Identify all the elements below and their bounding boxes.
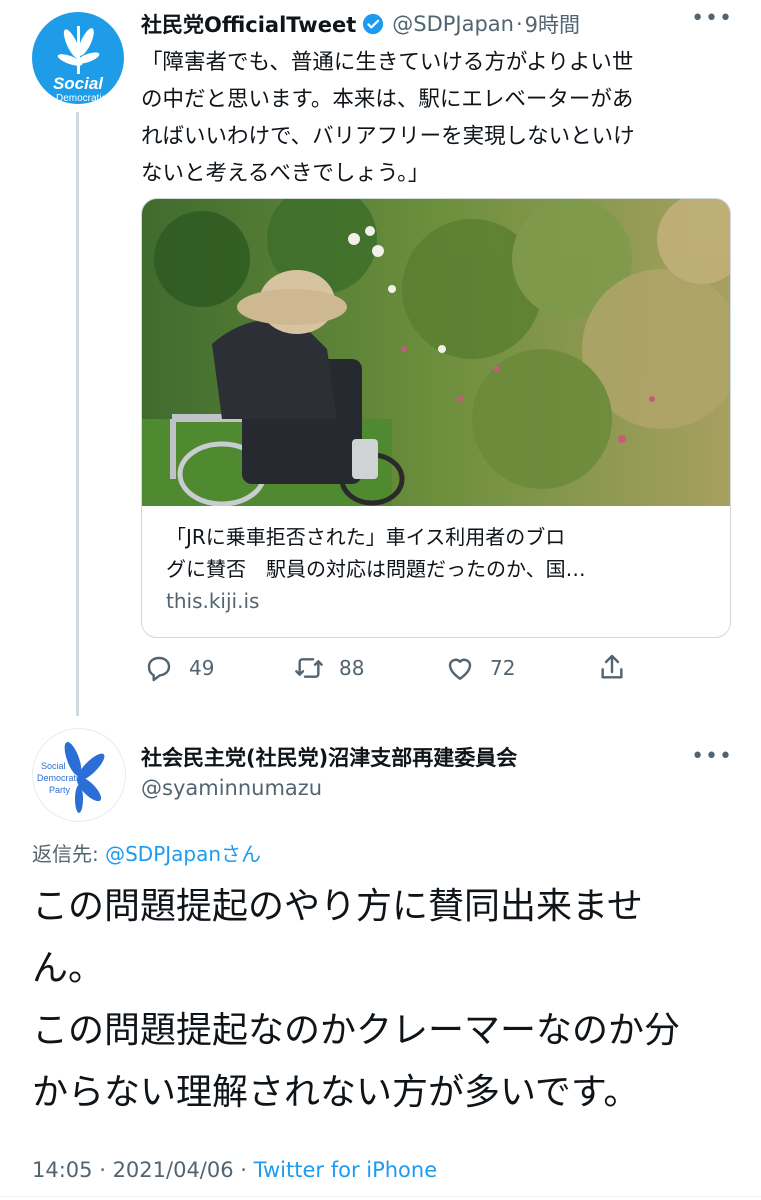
retweet-count: 88 [339, 656, 365, 680]
avatar-logo-word: Democratic [37, 773, 83, 783]
share-icon [601, 654, 623, 679]
avatar-logo-word: Party [49, 785, 71, 795]
verified-badge-icon [363, 13, 384, 35]
author-handle[interactable]: @SDPJapan [392, 12, 514, 36]
reply-count: 49 [189, 656, 215, 680]
retweet-icon [295, 658, 323, 678]
reply-text: この問題提起のやり方に賛同出来ませ ん。 この問題提起なのかクレーマーなのか分 … [32, 886, 681, 1113]
tweet-header: 社民党OfficialTweet @SDPJapan · 9時間 [141, 8, 580, 40]
tweet-timestamp[interactable]: 14:05 [32, 1158, 93, 1182]
party-logo-icon: Social Democratic Party [37, 741, 105, 813]
reply-author-handle[interactable]: @syaminnumazu [141, 776, 322, 800]
heart-icon [448, 658, 472, 680]
meta-separator: · [233, 1158, 254, 1182]
tweet-date[interactable]: 2021/04/06 [113, 1158, 234, 1182]
card-domain: this.kiji.is [166, 589, 260, 613]
avatar-logo-text: Social [52, 74, 104, 93]
avatar-logo-word: Social [41, 761, 66, 771]
like-count: 72 [490, 656, 516, 680]
tweet-source[interactable]: Twitter for iPhone [254, 1158, 438, 1182]
reply-avatar[interactable]: Social Democratic Party [32, 728, 126, 822]
tweet-meta: 14:05 · 2021/04/06 · Twitter for iPhone [32, 1158, 437, 1182]
link-card[interactable]: 「JRに乗車拒否された」車イス利用者のブロ グに賛否 駅員の対応は問題だったのか… [141, 198, 731, 638]
more-icon[interactable]: ••• [691, 6, 733, 31]
card-image [142, 199, 730, 506]
separator: · [515, 12, 523, 36]
reply-button[interactable]: 49 [143, 648, 214, 688]
replying-to: 返信先: @SDPJapanさん [32, 838, 261, 867]
tweet-actions: 49 88 72 [141, 648, 741, 688]
thread-line [76, 112, 79, 716]
retweet-button[interactable]: 88 [293, 648, 364, 688]
card-title: 「JRに乗車拒否された」車イス利用者のブロ グに賛否 駅員の対応は問題だったのか… [166, 525, 586, 581]
reply-author-name[interactable]: 社会民主党(社民党)沼津支部再建委員会 [141, 742, 517, 772]
share-button[interactable] [596, 648, 628, 688]
author-name[interactable]: 社民党OfficialTweet [141, 9, 356, 39]
divider [0, 1196, 761, 1197]
tweet-text: 「障害者でも、普通に生きていける方がよりよい世 の中だと思います。本来は、駅にエ… [141, 50, 635, 186]
tweet-time[interactable]: 9時間 [525, 9, 580, 39]
avatar[interactable]: Social Democratic P [32, 12, 124, 104]
meta-separator: · [92, 1158, 113, 1182]
more-icon[interactable]: ••• [691, 744, 733, 769]
like-button[interactable]: 72 [444, 648, 515, 688]
replying-to-prefix: 返信先: [32, 842, 106, 866]
replying-to-suffix: さん [221, 842, 262, 866]
replying-to-mention[interactable]: @SDPJapan [105, 842, 221, 866]
avatar-logo-subtext: Democratic P [55, 93, 116, 104]
reply-icon [147, 656, 171, 682]
